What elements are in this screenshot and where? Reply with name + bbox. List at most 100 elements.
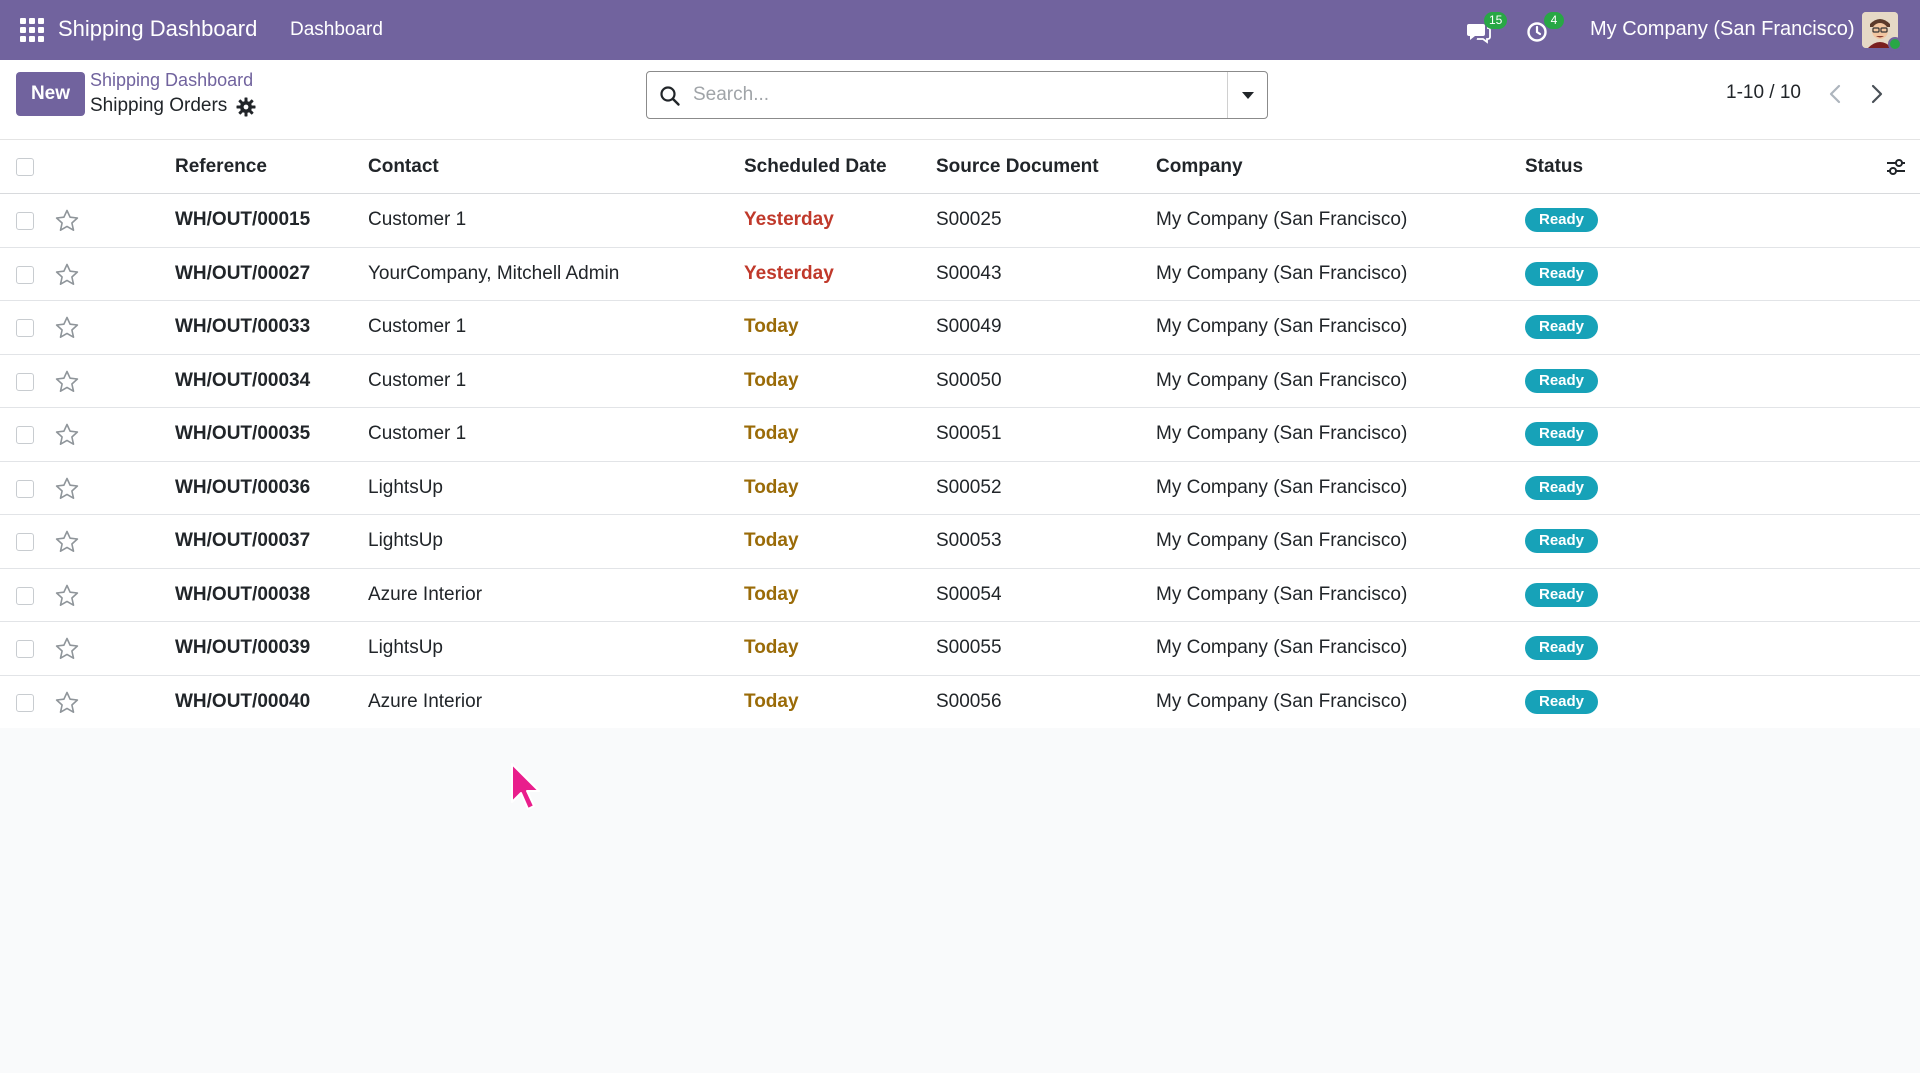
caret-down-icon [1242,92,1254,99]
row-checkbox[interactable] [16,372,34,391]
breadcrumb-parent[interactable]: Shipping Dashboard [90,70,253,91]
new-button[interactable]: New [16,72,85,116]
cell-company: My Company (San Francisco) [1156,423,1408,444]
cell-contact: Customer 1 [368,209,467,230]
cell-source-document: S00049 [936,316,1002,337]
star-icon[interactable] [54,369,80,395]
control-panel: New Shipping Dashboard Shipping Orders 1… [0,60,1920,140]
company-switcher[interactable]: My Company (San Francisco) [1590,18,1855,41]
status-badge: Ready [1525,208,1599,232]
table-row[interactable]: WH/OUT/00015 Customer 1 Yesterday S00025 My … [0,194,1920,248]
table-row[interactable]: WH/OUT/00034 Customer 1 Today S00050 My Comp… [0,354,1920,408]
cell-source-document: S00025 [936,209,1002,230]
status-badge: Ready [1525,422,1599,446]
messages-button[interactable]: 15 [1466,12,1508,44]
search-bar[interactable] [646,71,1268,119]
pager-previous-button[interactable] [1822,78,1850,110]
search-icon [660,86,680,106]
status-badge: Ready [1525,475,1599,500]
star-icon[interactable] [54,208,80,234]
app-name[interactable]: Shipping Dashboard [58,16,257,42]
cell-reference: WH/OUT/00038 [175,583,311,605]
row-checkbox[interactable] [16,693,34,712]
avatar[interactable] [1862,12,1902,51]
table-row[interactable]: WH/OUT/00040 Azure Interior Today S00056 My … [0,675,1920,729]
cell-company: My Company (San Francisco) [1156,530,1408,551]
menu-item-dashboard[interactable]: Dashboard [290,19,383,41]
apps-grid-icon[interactable] [20,18,44,42]
star-icon[interactable] [54,476,80,502]
status-badge: Ready [1525,636,1599,660]
messages-count-badge: 15 [1484,12,1508,29]
cell-reference: WH/OUT/00037 [175,530,311,551]
mouse-cursor-icon [511,763,540,810]
row-checkbox[interactable] [16,426,34,444]
column-header-contact[interactable]: Contact [368,156,439,178]
cell-reference: WH/OUT/00027 [175,262,311,284]
status-badge: Ready [1525,368,1599,393]
cell-scheduled-date: Today [744,583,799,605]
cell-source-document: S00051 [936,423,1002,444]
table-header: Reference Contact Scheduled Date Source … [0,140,1920,194]
cell-scheduled-date: Today [744,690,799,712]
cell-company: My Company (San Francisco) [1156,209,1408,230]
row-checkbox[interactable] [16,479,34,498]
star-icon[interactable] [54,690,80,716]
cell-scheduled-date: Today [744,637,799,658]
cell-source-document: S00055 [936,637,1002,658]
table-row[interactable]: WH/OUT/00039 LightsUp Today S00055 My Compan… [0,622,1920,676]
cell-contact: LightsUp [368,637,443,658]
star-icon[interactable] [54,529,80,555]
cell-company: My Company (San Francisco) [1156,262,1408,284]
cell-scheduled-date: Today [744,369,799,391]
cell-scheduled-date: Today [744,316,799,337]
search-input[interactable] [693,80,1213,110]
cell-source-document: S00056 [936,690,1002,712]
cell-reference: WH/OUT/00015 [175,209,311,230]
row-checkbox[interactable] [16,640,34,658]
top-navbar: Shipping Dashboard Dashboard 15 4 My Com… [0,0,1920,60]
cell-contact: Customer 1 [368,316,467,337]
row-checkbox[interactable] [16,586,34,605]
online-status-dot [1888,37,1902,51]
table-row[interactable]: WH/OUT/00038 Azure Interior Today S00054 My … [0,568,1920,622]
star-icon[interactable] [54,422,80,448]
table-row[interactable]: WH/OUT/00035 Customer 1 Today S00051 My Comp… [0,408,1920,462]
status-badge: Ready [1525,689,1599,714]
activities-count-badge: 4 [1544,12,1564,29]
row-checkbox[interactable] [16,265,34,284]
cell-contact: LightsUp [368,530,443,551]
column-header-status[interactable]: Status [1525,156,1583,178]
column-header-company[interactable]: Company [1156,156,1243,178]
gear-icon[interactable] [236,97,256,117]
cell-company: My Company (San Francisco) [1156,316,1408,337]
row-checkbox[interactable] [16,533,34,551]
cell-company: My Company (San Francisco) [1156,476,1408,498]
search-options-toggle[interactable] [1227,72,1267,118]
row-checkbox[interactable] [16,319,34,337]
pager-value[interactable]: 1-10 / 10 [1726,82,1801,104]
star-icon[interactable] [54,636,80,662]
cell-reference: WH/OUT/00035 [175,423,311,444]
table-row[interactable]: WH/OUT/00027 YourCompany, Mitchell Admin Y… [0,247,1920,301]
table-row[interactable]: WH/OUT/00036 LightsUp Today S00052 My Compan… [0,461,1920,515]
column-header-source-document[interactable]: Source Document [936,156,1099,178]
cell-contact: Customer 1 [368,423,467,444]
cell-contact: Azure Interior [368,583,483,605]
cell-scheduled-date: Today [744,530,799,551]
cell-contact: YourCompany, Mitchell Admin [368,262,620,284]
column-header-scheduled-date[interactable]: Scheduled Date [744,156,887,178]
cell-contact: LightsUp [368,476,443,498]
column-header-reference[interactable]: Reference [175,156,267,178]
cell-source-document: S00043 [936,262,1002,284]
activities-button[interactable]: 4 [1526,12,1564,44]
star-icon[interactable] [54,262,80,288]
star-icon[interactable] [54,315,80,341]
select-all-checkbox[interactable] [16,158,34,176]
star-icon[interactable] [54,583,80,609]
table-row[interactable]: WH/OUT/00033 Customer 1 Today S00049 My Comp… [0,301,1920,355]
table-row[interactable]: WH/OUT/00037 LightsUp Today S00053 My Compan… [0,515,1920,569]
optional-columns-icon[interactable] [1884,155,1908,179]
row-checkbox[interactable] [16,212,34,230]
pager-next-button[interactable] [1862,78,1890,110]
